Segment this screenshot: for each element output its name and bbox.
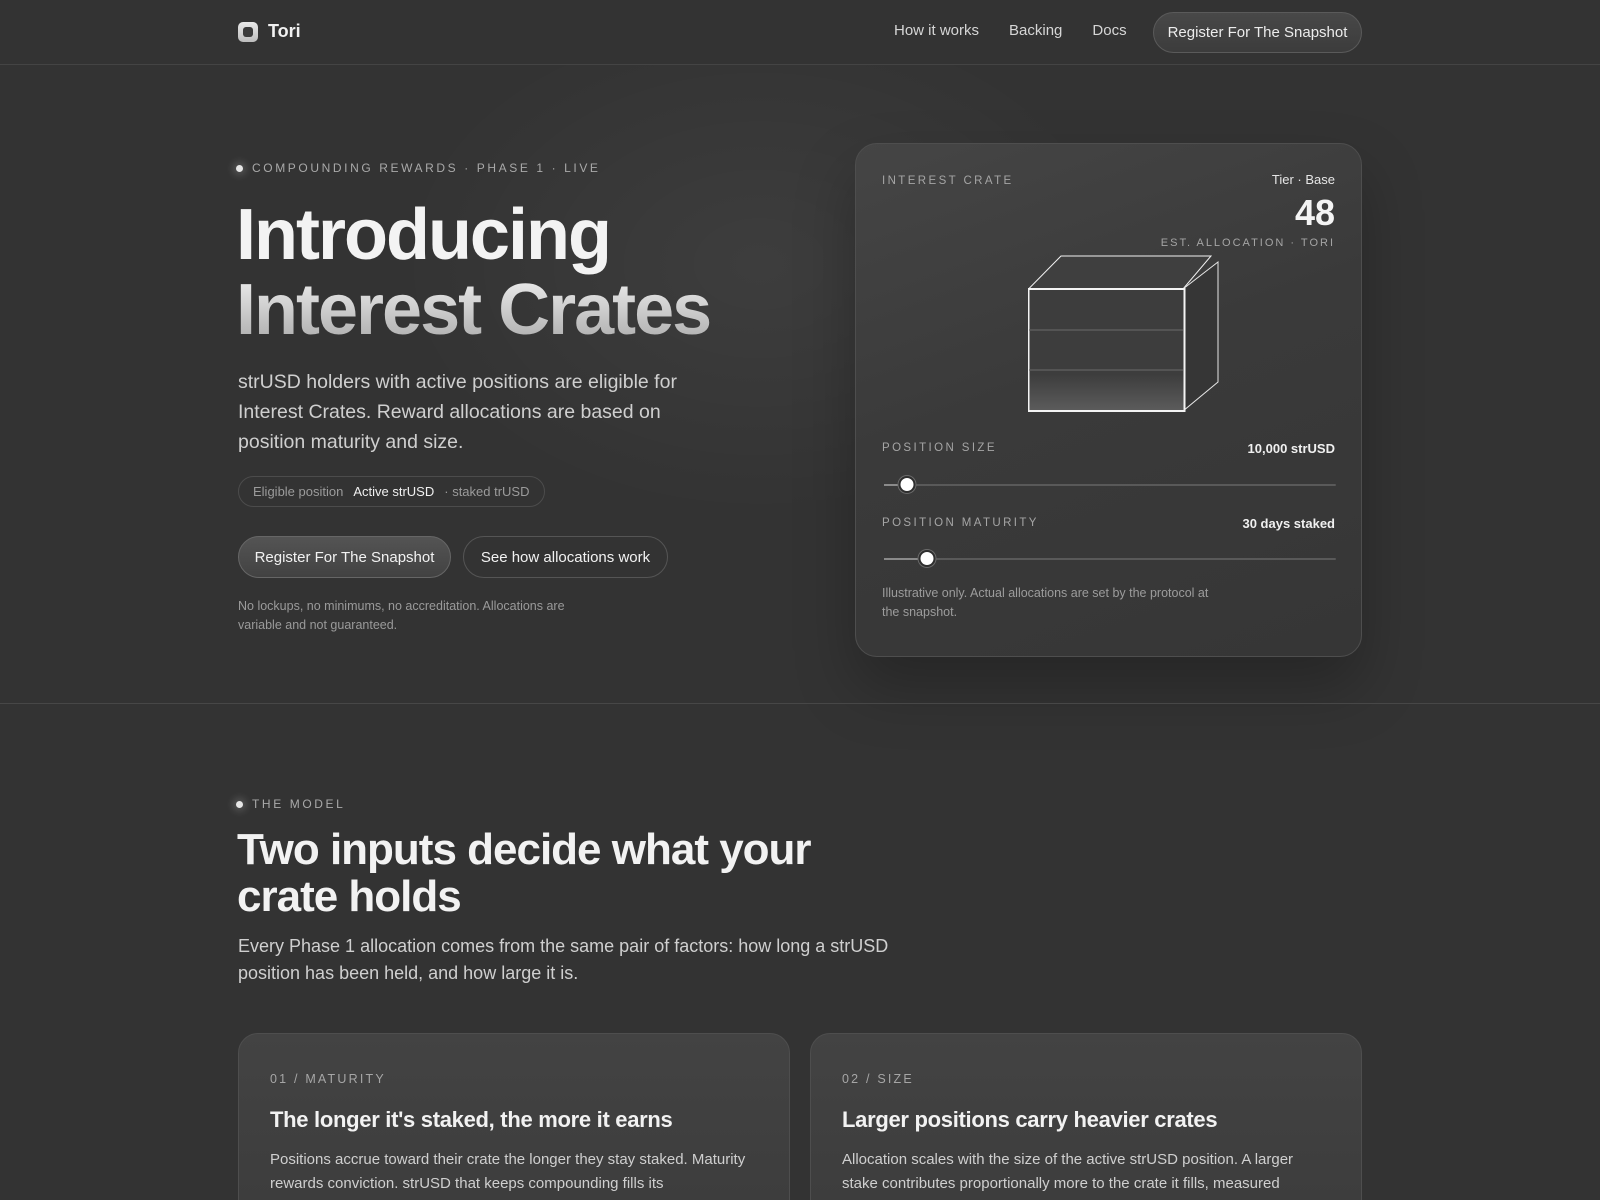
nav-links: How it works Backing Docs (894, 22, 1127, 39)
model-description: Every Phase 1 allocation comes from the … (238, 936, 889, 983)
slider-thumb[interactable] (918, 550, 936, 567)
nav-link-how-it-works[interactable]: How it works (894, 22, 979, 39)
slider-track (884, 484, 1336, 486)
size-card-eyebrow: 02 / SIZE (842, 1072, 914, 1086)
nav-link-docs[interactable]: Docs (1092, 22, 1126, 39)
maturity-card-eyebrow: 01 / MATURITY (270, 1072, 386, 1086)
position-size-value: 10,000 strUSD (1247, 441, 1335, 456)
position-maturity-label: POSITION MATURITY (882, 517, 1039, 529)
position-maturity-slider[interactable] (884, 548, 1336, 570)
hero-eyebrow-text: COMPOUNDING REWARDS · PHASE 1 · LIVE (252, 161, 601, 175)
crate-card-label: INTEREST CRATE (882, 175, 1014, 187)
tier-label: Tier · Base (1271, 172, 1335, 187)
nav-link-backing[interactable]: Backing (1009, 22, 1062, 39)
maturity-card-body: Positions accrue toward their crate the … (270, 1151, 746, 1192)
bullet-dot-icon (236, 800, 243, 808)
allocation-value: 48 (1294, 192, 1335, 233)
tori-logo-icon (238, 21, 258, 42)
hero-eyebrow: COMPOUNDING REWARDS · PHASE 1 · LIVE (236, 161, 601, 175)
hero-title: Introducing Interest Crates (236, 198, 796, 348)
live-dot-icon (236, 164, 243, 172)
maturity-card: 01 / MATURITY The longer it's staked, th… (238, 1033, 790, 1200)
model-title: Two inputs decide what your crate holds (237, 825, 812, 921)
size-card: 02 / SIZE Larger positions carry heavier… (810, 1033, 1362, 1200)
size-card-body: Allocation scales with the size of the a… (842, 1151, 1294, 1192)
hero-title-line2: Interest Crates (236, 273, 796, 348)
hero-fine-print: No lockups, no minimums, no accreditatio… (238, 599, 565, 632)
hero-title-line1: Introducing (236, 195, 612, 275)
eligibility-suffix: · staked trUSD (444, 484, 530, 499)
position-maturity-value: 30 days staked (1242, 516, 1335, 531)
eligibility-pill: Eligible position Active strUSD · staked… (238, 476, 545, 507)
hero-description: strUSD holders with active positions are… (238, 371, 677, 453)
crate-box-icon (1028, 255, 1219, 413)
see-allocations-button[interactable]: See how allocations work (463, 536, 668, 578)
top-nav: Tori How it works Backing Docs Register … (0, 0, 1600, 65)
slider-thumb[interactable] (898, 476, 916, 493)
position-size-slider[interactable] (884, 474, 1336, 496)
eligibility-label: Eligible position (253, 484, 344, 499)
position-size-label: POSITION SIZE (882, 442, 997, 454)
slider-track (884, 558, 1336, 560)
eligibility-value: Active strUSD (353, 484, 435, 499)
allocation-caption: EST. ALLOCATION · TORI (1160, 237, 1335, 249)
register-snapshot-button[interactable]: Register For The Snapshot (238, 536, 451, 578)
size-card-title: Larger positions carry heavier crates (842, 1107, 1218, 1132)
illustrative-note: Illustrative only. Actual allocations ar… (882, 586, 1209, 619)
section-divider (0, 703, 1600, 704)
interest-crate-card: INTEREST CRATE Tier · Base 48 EST. ALLOC… (855, 143, 1362, 657)
nav-register-button[interactable]: Register For The Snapshot (1153, 12, 1362, 53)
model-eyebrow-text: THE MODEL (252, 797, 346, 811)
brand-name: Tori (268, 21, 301, 41)
maturity-card-title: The longer it's staked, the more it earn… (270, 1107, 673, 1132)
brand[interactable]: Tori (238, 21, 301, 42)
model-eyebrow: THE MODEL (236, 797, 345, 811)
